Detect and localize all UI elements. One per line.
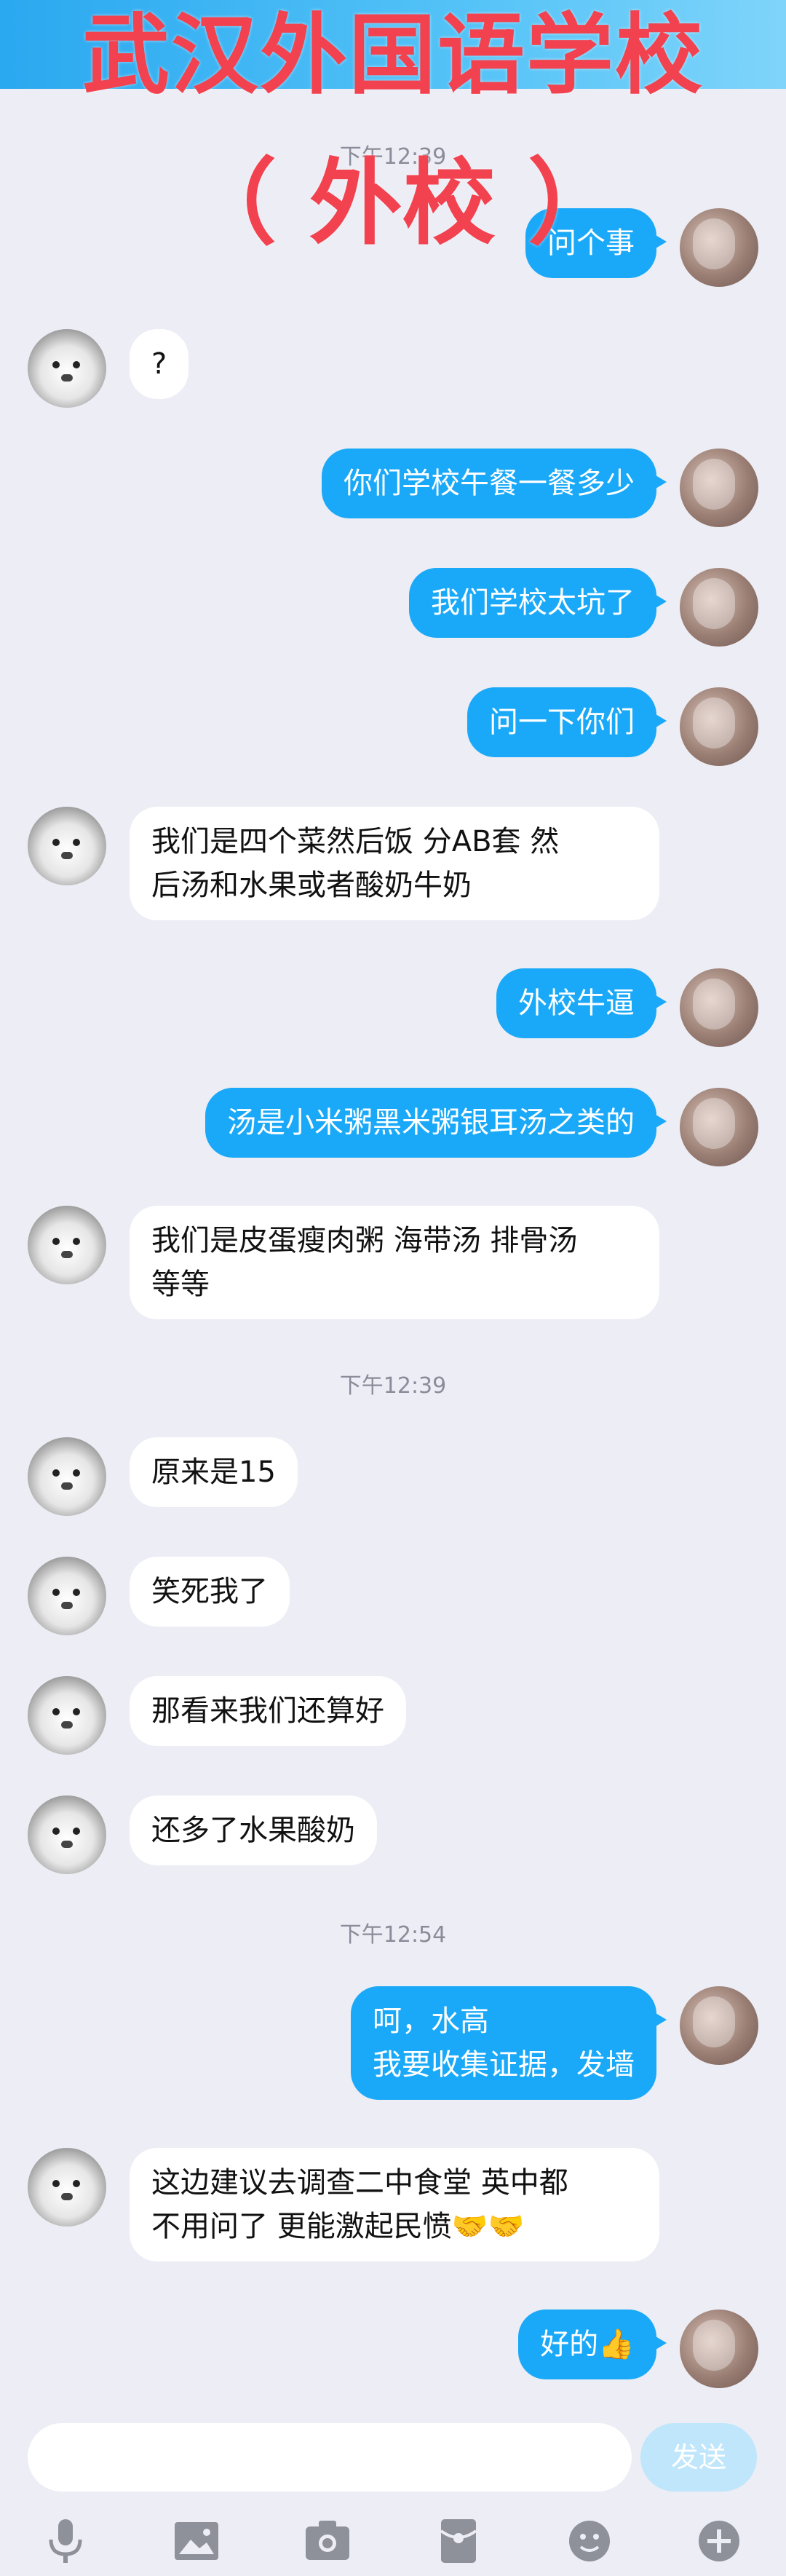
timestamp: 下午12:39 bbox=[339, 1373, 447, 1399]
my-message-bubble[interactable]: 问一下你们 bbox=[467, 687, 667, 757]
banner-title: 武汉外国语学校 bbox=[82, 5, 704, 106]
microphone-icon[interactable] bbox=[36, 2512, 95, 2570]
emoji-icon[interactable] bbox=[560, 2512, 619, 2570]
my-avatar[interactable] bbox=[680, 1986, 758, 2065]
composer-bar: 发送 bbox=[0, 2403, 786, 2576]
my-message-bubble[interactable]: 好的👍 bbox=[518, 2310, 667, 2379]
red-packet-icon[interactable] bbox=[429, 2512, 488, 2570]
timestamp: 下午12:54 bbox=[339, 1922, 447, 1948]
peer-avatar[interactable] bbox=[28, 1206, 106, 1284]
peer-avatar[interactable] bbox=[28, 807, 106, 885]
my-avatar[interactable] bbox=[680, 2310, 758, 2388]
my-message-bubble[interactable]: 汤是小米粥黑米粥银耳汤之类的 bbox=[205, 1088, 667, 1158]
my-message-bubble[interactable]: 外校牛逼 bbox=[496, 968, 667, 1038]
peer-message-bubble[interactable]: 还多了水果酸奶 bbox=[130, 1795, 377, 1865]
send-button[interactable]: 发送 bbox=[640, 2423, 757, 2492]
peer-message-bubble[interactable]: 那看来我们还算好 bbox=[130, 1676, 406, 1746]
my-avatar[interactable] bbox=[680, 568, 758, 647]
message-input[interactable] bbox=[28, 2423, 632, 2492]
chat-screen: 下午12:39 问个事 ? 你们学校午餐一餐多少 我们学校太坑了 问一下你们 我… bbox=[0, 0, 786, 2576]
peer-avatar[interactable] bbox=[28, 1795, 106, 1874]
peer-message-bubble[interactable]: 我们是四个菜然后饭 分AB套 然 后汤和水果或者酸奶牛奶 bbox=[130, 807, 659, 920]
peer-avatar[interactable] bbox=[28, 1557, 106, 1635]
peer-message-bubble[interactable]: ? bbox=[130, 329, 189, 399]
peer-avatar[interactable] bbox=[28, 329, 106, 408]
my-avatar[interactable] bbox=[680, 687, 758, 766]
plus-icon[interactable] bbox=[690, 2512, 748, 2570]
image-icon[interactable] bbox=[167, 2512, 226, 2570]
peer-message-bubble[interactable]: 原来是15 bbox=[130, 1437, 298, 1507]
my-avatar[interactable] bbox=[680, 449, 758, 527]
peer-message-bubble[interactable]: 这边建议去调查二中食堂 英中都 不用问了 更能激起民愤🤝🤝 bbox=[130, 2148, 659, 2261]
my-avatar[interactable] bbox=[680, 208, 758, 287]
my-avatar[interactable] bbox=[680, 968, 758, 1047]
my-message-bubble[interactable]: 你们学校午餐一餐多少 bbox=[322, 449, 667, 518]
my-avatar[interactable] bbox=[680, 1088, 758, 1166]
banner-subtitle: （ 外校 ） bbox=[183, 149, 622, 258]
peer-avatar[interactable] bbox=[28, 1676, 106, 1755]
peer-avatar[interactable] bbox=[28, 1437, 106, 1516]
camera-icon[interactable] bbox=[298, 2512, 357, 2570]
peer-message-bubble[interactable]: 我们是皮蛋瘦肉粥 海带汤 排骨汤 等等 bbox=[130, 1206, 659, 1319]
my-message-bubble[interactable]: 我们学校太坑了 bbox=[409, 568, 667, 638]
peer-message-bubble[interactable]: 笑死我了 bbox=[130, 1557, 290, 1627]
peer-avatar[interactable] bbox=[28, 2148, 106, 2227]
my-message-bubble[interactable]: 呵，水高 我要收集证据，发墙 bbox=[351, 1986, 667, 2100]
